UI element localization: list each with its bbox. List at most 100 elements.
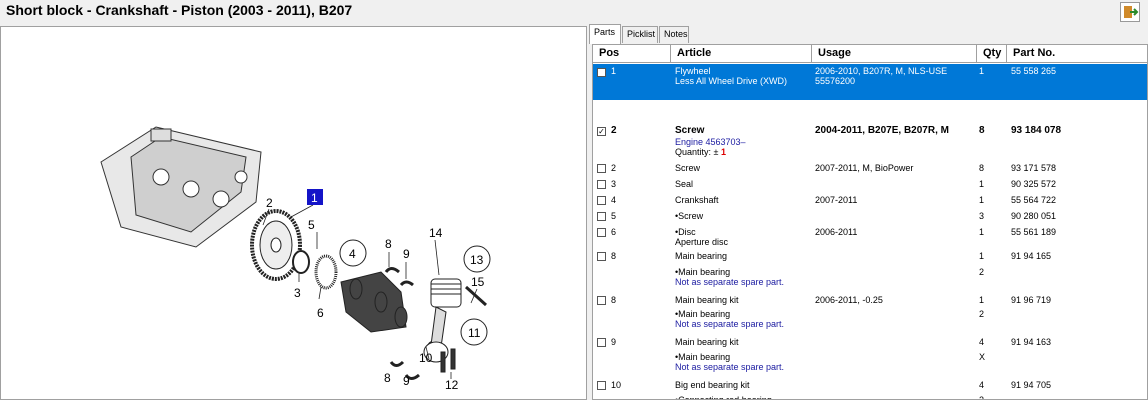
- table-row[interactable]: 8 Main bearing 1 91 94 165: [593, 249, 1147, 265]
- row-partno: 55 561 189: [1011, 227, 1057, 237]
- row-pos: 3: [611, 179, 617, 189]
- tab-parts[interactable]: Parts: [589, 24, 621, 44]
- row-article-note: Not as separate spare part.: [675, 319, 785, 329]
- diagram-label-9: 9: [403, 247, 410, 261]
- row-article: Main bearing: [675, 251, 728, 261]
- row-quantity-label: Quantity: ±: [675, 147, 719, 157]
- row-article: Big end bearing kit: [675, 380, 750, 390]
- row-pos: 8: [611, 295, 617, 305]
- table-row[interactable]: 1 Flywheel Less All Wheel Drive (XWD) 20…: [593, 64, 1147, 100]
- row-pos: 10: [611, 380, 622, 390]
- diagram-label-5: 5: [308, 218, 315, 232]
- table-row[interactable]: •Main bearing Not as separate spare part.…: [593, 350, 1147, 376]
- row-qty: 2: [979, 309, 985, 319]
- row-partno: 90 325 572: [1011, 179, 1057, 189]
- table-row[interactable]: 6 •Disc Aperture disc 2006-2011 1 55 561 189: [593, 225, 1147, 251]
- diagram-label-8: 8: [385, 237, 392, 251]
- col-header-usage[interactable]: Usage: [812, 45, 977, 63]
- row-pos: 4: [611, 195, 617, 205]
- row-qty: 1: [979, 179, 985, 189]
- table-row[interactable]: •Connecting rod bearingNot as separate s…: [593, 393, 1147, 399]
- row-checkbox[interactable]: [597, 252, 606, 261]
- diagram-label-1: 1: [311, 191, 318, 205]
- table-row[interactable]: 4 Crankshaft 2007-2011 1 55 564 722: [593, 193, 1147, 209]
- row-article: Crankshaft: [675, 195, 719, 205]
- table-row[interactable]: 5 •Screw 3 90 280 051: [593, 209, 1147, 225]
- row-article: •Main bearing: [675, 267, 731, 277]
- diagram-label-3: 3: [294, 286, 301, 300]
- flywheel: [250, 209, 302, 281]
- row-usage-note: 55576200: [815, 76, 856, 86]
- disc: [314, 254, 338, 290]
- row-partno: 93 171 578: [1011, 163, 1057, 173]
- row-partno: 90 280 051: [1011, 211, 1057, 221]
- row-checkbox[interactable]: [597, 338, 606, 347]
- row-pos: 2: [611, 163, 617, 173]
- diagram-label-8b: 8: [384, 371, 391, 385]
- row-pos: 8: [611, 251, 617, 261]
- diagram-label-15: 15: [471, 275, 485, 289]
- table-row[interactable]: 9 Main bearing kit 4 91 94 163: [593, 335, 1147, 351]
- row-article: Main bearing kit: [675, 337, 739, 347]
- row-qty: 8: [979, 163, 985, 173]
- row-qty: 1: [979, 66, 985, 76]
- row-article-note: Less All Wheel Drive (XWD): [675, 76, 788, 86]
- row-pos: 5: [611, 211, 617, 221]
- row-article: Screw: [675, 163, 701, 173]
- row-qty: 3: [979, 211, 985, 221]
- row-qty: 1: [979, 295, 985, 305]
- row-partno: 91 96 719: [1011, 295, 1052, 305]
- tab-picklist[interactable]: Picklist: [622, 26, 658, 43]
- row-checkbox[interactable]: [597, 212, 606, 221]
- parts-table: Pos Article Usage Qty Part No. 1 Flywhee…: [592, 44, 1148, 400]
- diagram-label-10: 10: [419, 351, 433, 365]
- row-article-note: Not as separate spare part.: [675, 277, 785, 287]
- row-usage: 2006-2010, B207R, M, NLS-USE: [815, 66, 948, 76]
- row-usage: 2004-2011, B207E, B207R, M: [815, 125, 949, 136]
- table-row[interactable]: •Main bearing Not as separate spare part.…: [593, 265, 1147, 291]
- exploded-diagram: 1 2 3 4 5 6 8 9 10 11 12 13 14 15 8 9: [100, 126, 491, 392]
- crankshaft: [340, 271, 408, 333]
- row-checkbox[interactable]: [597, 68, 606, 77]
- exit-icon: [1124, 6, 1139, 18]
- row-checkbox[interactable]: [597, 180, 606, 189]
- tab-notes[interactable]: Notes: [659, 26, 689, 43]
- table-row[interactable]: ✓ 2 Screw Engine 4563703– Quantity: ± 1 …: [593, 123, 1147, 161]
- row-qty: 1: [979, 195, 985, 205]
- diagram-label-13: 13: [470, 253, 484, 267]
- row-article-note: Not as separate spare part.: [675, 362, 785, 372]
- row-checkbox[interactable]: [597, 164, 606, 173]
- col-header-partno[interactable]: Part No.: [1007, 45, 1147, 63]
- row-article: •Main bearing: [675, 352, 731, 362]
- row-partno: 91 94 163: [1011, 337, 1052, 347]
- col-header-article[interactable]: Article: [671, 45, 812, 63]
- row-qty: X: [979, 352, 986, 362]
- col-header-qty[interactable]: Qty: [977, 45, 1007, 63]
- row-quantity-value: 1: [720, 147, 726, 157]
- row-pos: 6: [611, 227, 617, 237]
- exit-button[interactable]: [1120, 2, 1140, 22]
- row-pos: 1: [611, 66, 617, 76]
- row-article: •Main bearing: [675, 309, 731, 319]
- diagram-label-14: 14: [429, 226, 443, 240]
- row-checkbox[interactable]: [597, 381, 606, 390]
- diagram-label-11: 11: [468, 326, 481, 340]
- table-row[interactable]: •Main bearing Not as separate spare part.…: [593, 307, 1147, 333]
- table-row[interactable]: 3 Seal 1 90 325 572: [593, 177, 1147, 193]
- col-header-pos[interactable]: Pos: [593, 45, 671, 63]
- diagram-label-9b: 9: [403, 374, 410, 388]
- row-qty: 1: [979, 251, 985, 261]
- row-checkbox-checked[interactable]: ✓: [597, 127, 606, 136]
- row-partno: 93 184 078: [1011, 125, 1062, 136]
- row-qty: 4: [979, 337, 985, 347]
- row-qty: 1: [979, 227, 985, 237]
- row-partno: 91 94 705: [1011, 380, 1052, 390]
- row-qty: 8: [979, 125, 985, 136]
- row-checkbox[interactable]: [597, 228, 606, 237]
- row-checkbox[interactable]: [597, 296, 606, 305]
- table-row[interactable]: 2 Screw 2007-2011, M, BioPower 8 93 171 578: [593, 161, 1147, 177]
- diagram-label-4: 4: [349, 247, 356, 261]
- table-row[interactable]: 10 Big end bearing kit 4 91 94 705: [593, 378, 1147, 394]
- row-article: Seal: [675, 179, 694, 189]
- row-checkbox[interactable]: [597, 196, 606, 205]
